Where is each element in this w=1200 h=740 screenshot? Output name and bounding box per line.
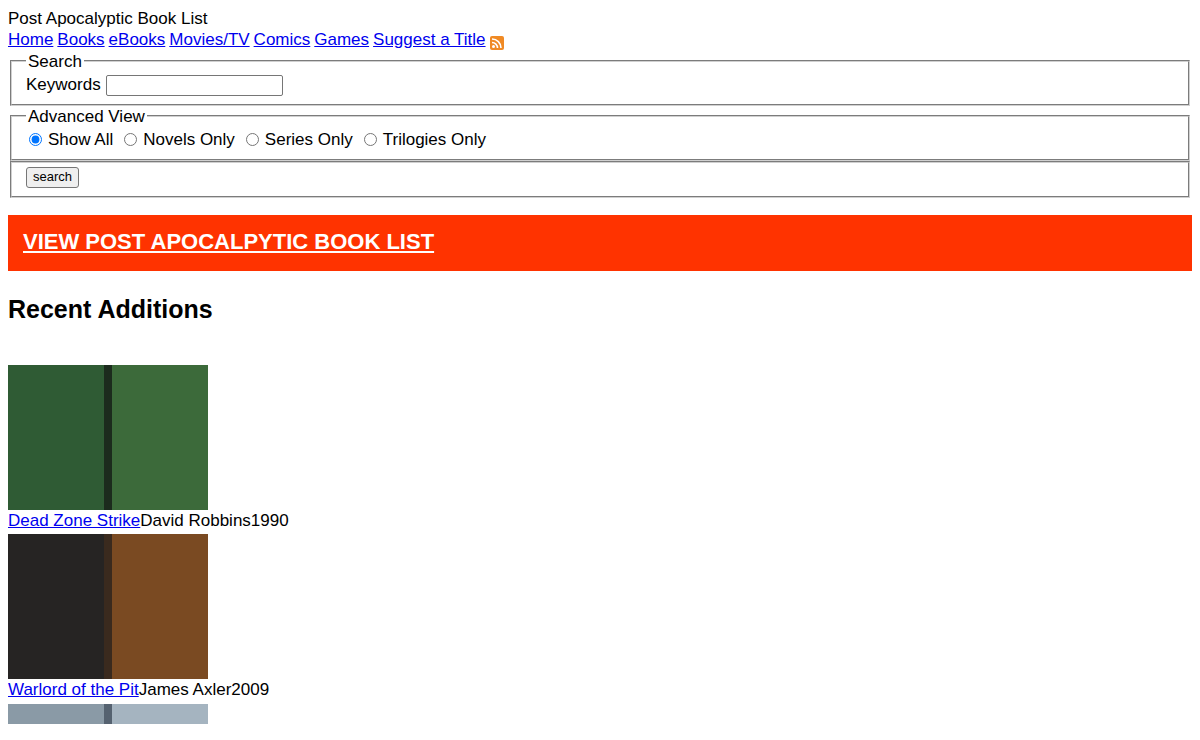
view-radio[interactable]	[246, 133, 259, 146]
book-cover[interactable]	[8, 704, 208, 724]
nav-link[interactable]: Comics	[254, 30, 311, 49]
view-radio[interactable]	[124, 133, 137, 146]
nav-link[interactable]: Home	[8, 30, 53, 49]
nav-link[interactable]: Games	[314, 30, 369, 49]
main-nav: HomeBooks eBooksMovies/TV ComicsGamesSugge…	[8, 29, 1192, 50]
book-caption: Warlord of the PitJames Axler2009	[8, 679, 1192, 700]
submit-fieldset: search	[10, 161, 1190, 197]
view-option[interactable]: Novels Only	[121, 129, 235, 150]
view-list-link[interactable]: VIEW POST APOCALPYTIC BOOK LIST	[23, 229, 434, 254]
book-year: 2009	[231, 680, 269, 699]
nav-link[interactable]: Books	[57, 30, 104, 49]
nav-link[interactable]: Suggest a Title	[373, 30, 485, 49]
book-caption: Dead Zone StrikeDavid Robbins1990	[8, 510, 1192, 531]
book-author: James Axler	[139, 680, 232, 699]
nav-link[interactable]: Movies/TV	[169, 30, 249, 49]
search-button[interactable]: search	[26, 167, 79, 187]
search-fieldset: SearchKeywords	[10, 51, 1190, 106]
site-title: Post Apocalyptic Book List	[8, 8, 1192, 29]
advanced-fieldset: Advanced ViewShow All Novels Only Series O…	[10, 106, 1190, 162]
book-year: 1990	[251, 511, 289, 530]
view-radio[interactable]	[364, 133, 377, 146]
view-list-banner: VIEW POST APOCALPYTIC BOOK LIST	[8, 215, 1192, 271]
rss-icon[interactable]	[490, 31, 504, 45]
book-item: Dead Zone StrikeDavid Robbins1990	[8, 365, 1192, 531]
book-title[interactable]: Warlord of the Pit	[8, 680, 139, 699]
keywords-input[interactable]	[106, 75, 283, 96]
book-cover[interactable]	[8, 365, 208, 510]
book-title[interactable]: Dead Zone Strike	[8, 511, 140, 530]
book-cover[interactable]	[8, 534, 208, 679]
search-legend: Search	[26, 51, 84, 72]
view-option[interactable]: Trilogies Only	[361, 129, 486, 150]
keywords-label: Keywords	[26, 74, 101, 95]
nav-link[interactable]: eBooks	[109, 30, 166, 49]
search-form: SearchKeywordsAdvanced ViewShow AllNovel…	[8, 51, 1192, 198]
advanced-legend: Advanced View	[26, 106, 147, 127]
view-option[interactable]: Show All	[26, 129, 113, 150]
view-radio[interactable]	[29, 133, 42, 146]
book-item: Warlord of the PitJames Axler2009	[8, 534, 1192, 700]
recent-heading: Recent Additions	[8, 293, 1192, 326]
book-author: David Robbins	[140, 511, 251, 530]
view-option[interactable]: Series Only	[243, 129, 353, 150]
